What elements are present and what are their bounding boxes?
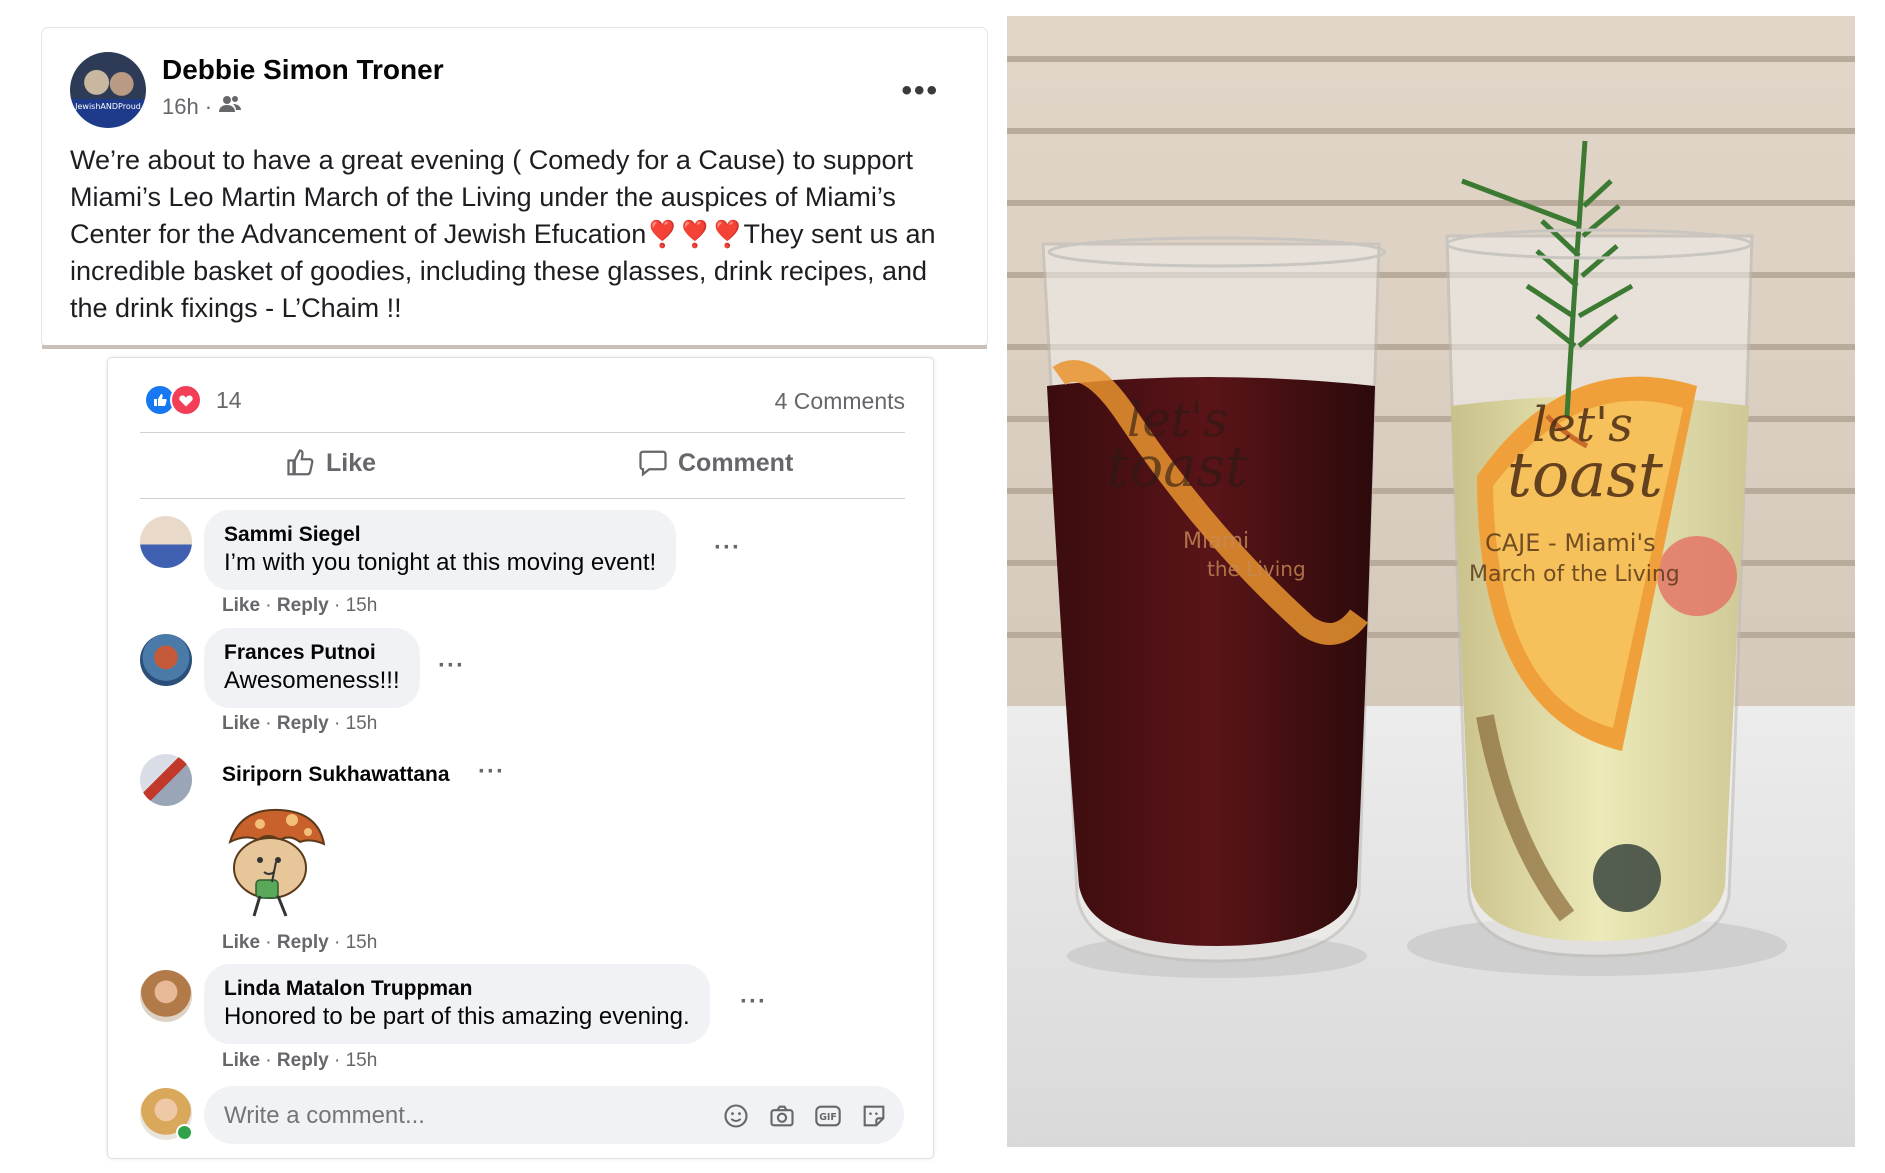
- commenter-name[interactable]: Linda Matalon Truppman: [224, 976, 690, 1002]
- post-author-name[interactable]: Debbie Simon Troner: [162, 54, 444, 86]
- comment-text: Honored to be part of this amazing eveni…: [224, 1003, 690, 1030]
- comment-like-link[interactable]: Like: [222, 713, 260, 734]
- gif-icon[interactable]: GIF: [814, 1102, 842, 1130]
- comment-like-link[interactable]: Like: [222, 595, 260, 616]
- right-glass: let's toast CAJE - Miami's March of the …: [1445, 140, 1754, 958]
- comment-time[interactable]: 15h: [346, 1050, 378, 1071]
- comment-options-icon[interactable]: ···: [740, 988, 767, 1016]
- comment-button[interactable]: Comment: [638, 448, 793, 478]
- online-status-icon: [176, 1124, 193, 1141]
- comment-reply-link[interactable]: Reply: [277, 1050, 329, 1071]
- commenter-name[interactable]: Siriporn Sukhawattana: [222, 762, 450, 788]
- svg-text:toast: toast: [1107, 435, 1248, 500]
- post-meta: 16h ·: [162, 94, 242, 120]
- svg-text:GIF: GIF: [819, 1112, 837, 1123]
- comment-actions: Like · Reply · 15h: [222, 1050, 378, 1071]
- speech-bubble-icon: [639, 450, 667, 477]
- comment-text: I’m with you tonight at this moving even…: [224, 549, 657, 576]
- author-avatar[interactable]: JewishANDProud: [70, 52, 146, 128]
- post-card-divider: [42, 345, 987, 349]
- emoji-icon[interactable]: [722, 1102, 750, 1130]
- svg-text:toast: toast: [1507, 438, 1663, 511]
- post-text: We’re about to have a great evening ( Co…: [70, 142, 970, 327]
- comment-actions: Like · Reply · 15h: [222, 932, 378, 953]
- comment-bubble: Linda Matalon Truppman Honored to be par…: [204, 964, 710, 1044]
- commenter-name[interactable]: Frances Putnoi: [224, 640, 400, 666]
- comment-time[interactable]: 15h: [346, 713, 378, 734]
- friends-icon: [218, 94, 242, 120]
- commenter-avatar[interactable]: [140, 516, 192, 568]
- comment-reply-link[interactable]: Reply: [277, 932, 329, 953]
- commenter-avatar[interactable]: [140, 754, 192, 806]
- comment-options-icon[interactable]: ···: [478, 758, 505, 786]
- divider: [140, 498, 905, 499]
- comment-like-link[interactable]: Like: [222, 932, 260, 953]
- drinks-photo[interactable]: let's toast Miami the Living let's toast…: [1007, 16, 1855, 1147]
- love-reaction-icon: [170, 384, 202, 416]
- sticker-icon[interactable]: [860, 1102, 888, 1130]
- divider: [140, 432, 905, 433]
- comment-reply-link[interactable]: Reply: [277, 595, 329, 616]
- heart-emoji-icon: ❣️❣️❣️: [646, 219, 744, 249]
- svg-text:Miami: Miami: [1183, 529, 1249, 554]
- commenter-name[interactable]: Sammi Siegel: [224, 522, 656, 548]
- comment-text: Awesomeness!!!: [224, 667, 400, 694]
- avatar-band-text: JewishANDProud: [75, 102, 141, 111]
- comment-input[interactable]: [222, 1096, 706, 1136]
- comment-reply-link[interactable]: Reply: [277, 713, 329, 734]
- comments-card: 14 4 Comments Like Comment Sammi Siegel …: [108, 358, 933, 1158]
- mushroom-sticker-image: [220, 802, 330, 920]
- svg-text:CAJE - Miami's: CAJE - Miami's: [1485, 529, 1656, 557]
- camera-icon[interactable]: [768, 1102, 796, 1130]
- comment-actions: Like · Reply · 15h: [222, 595, 378, 616]
- like-button-label: Like: [326, 448, 377, 477]
- thumbs-up-icon: [287, 449, 314, 476]
- comment-composer[interactable]: GIF: [204, 1086, 904, 1144]
- comment-like-link[interactable]: Like: [222, 1050, 260, 1071]
- post-card: JewishANDProud Debbie Simon Troner 16h ·…: [42, 28, 987, 349]
- comment-actions: Like · Reply · 15h: [222, 713, 378, 734]
- comment-bubble: Sammi Siegel I’m with you tonight at thi…: [204, 510, 677, 590]
- meta-separator: ·: [204, 94, 213, 119]
- comment-options-icon[interactable]: ···: [714, 534, 741, 562]
- comment-time[interactable]: 15h: [346, 595, 378, 616]
- svg-text:March of the Living: March of the Living: [1469, 562, 1680, 587]
- commenter-avatar[interactable]: [140, 634, 192, 686]
- comment-button-label: Comment: [678, 448, 794, 477]
- reaction-summary[interactable]: 14: [144, 384, 242, 416]
- comment-bubble: Frances Putnoi Awesomeness!!!: [204, 628, 420, 708]
- comment-time[interactable]: 15h: [346, 932, 378, 953]
- post-options-icon[interactable]: •••: [901, 74, 939, 108]
- svg-text:the Living: the Living: [1207, 557, 1306, 581]
- comment-options-icon[interactable]: ···: [438, 652, 465, 680]
- commenter-avatar[interactable]: [140, 970, 192, 1022]
- comment-count-link[interactable]: 4 Comments: [775, 388, 905, 415]
- post-time[interactable]: 16h: [162, 94, 199, 120]
- reaction-count: 14: [216, 386, 242, 413]
- left-glass: let's toast Miami the Living: [1041, 236, 1387, 963]
- like-button[interactable]: Like: [286, 448, 376, 478]
